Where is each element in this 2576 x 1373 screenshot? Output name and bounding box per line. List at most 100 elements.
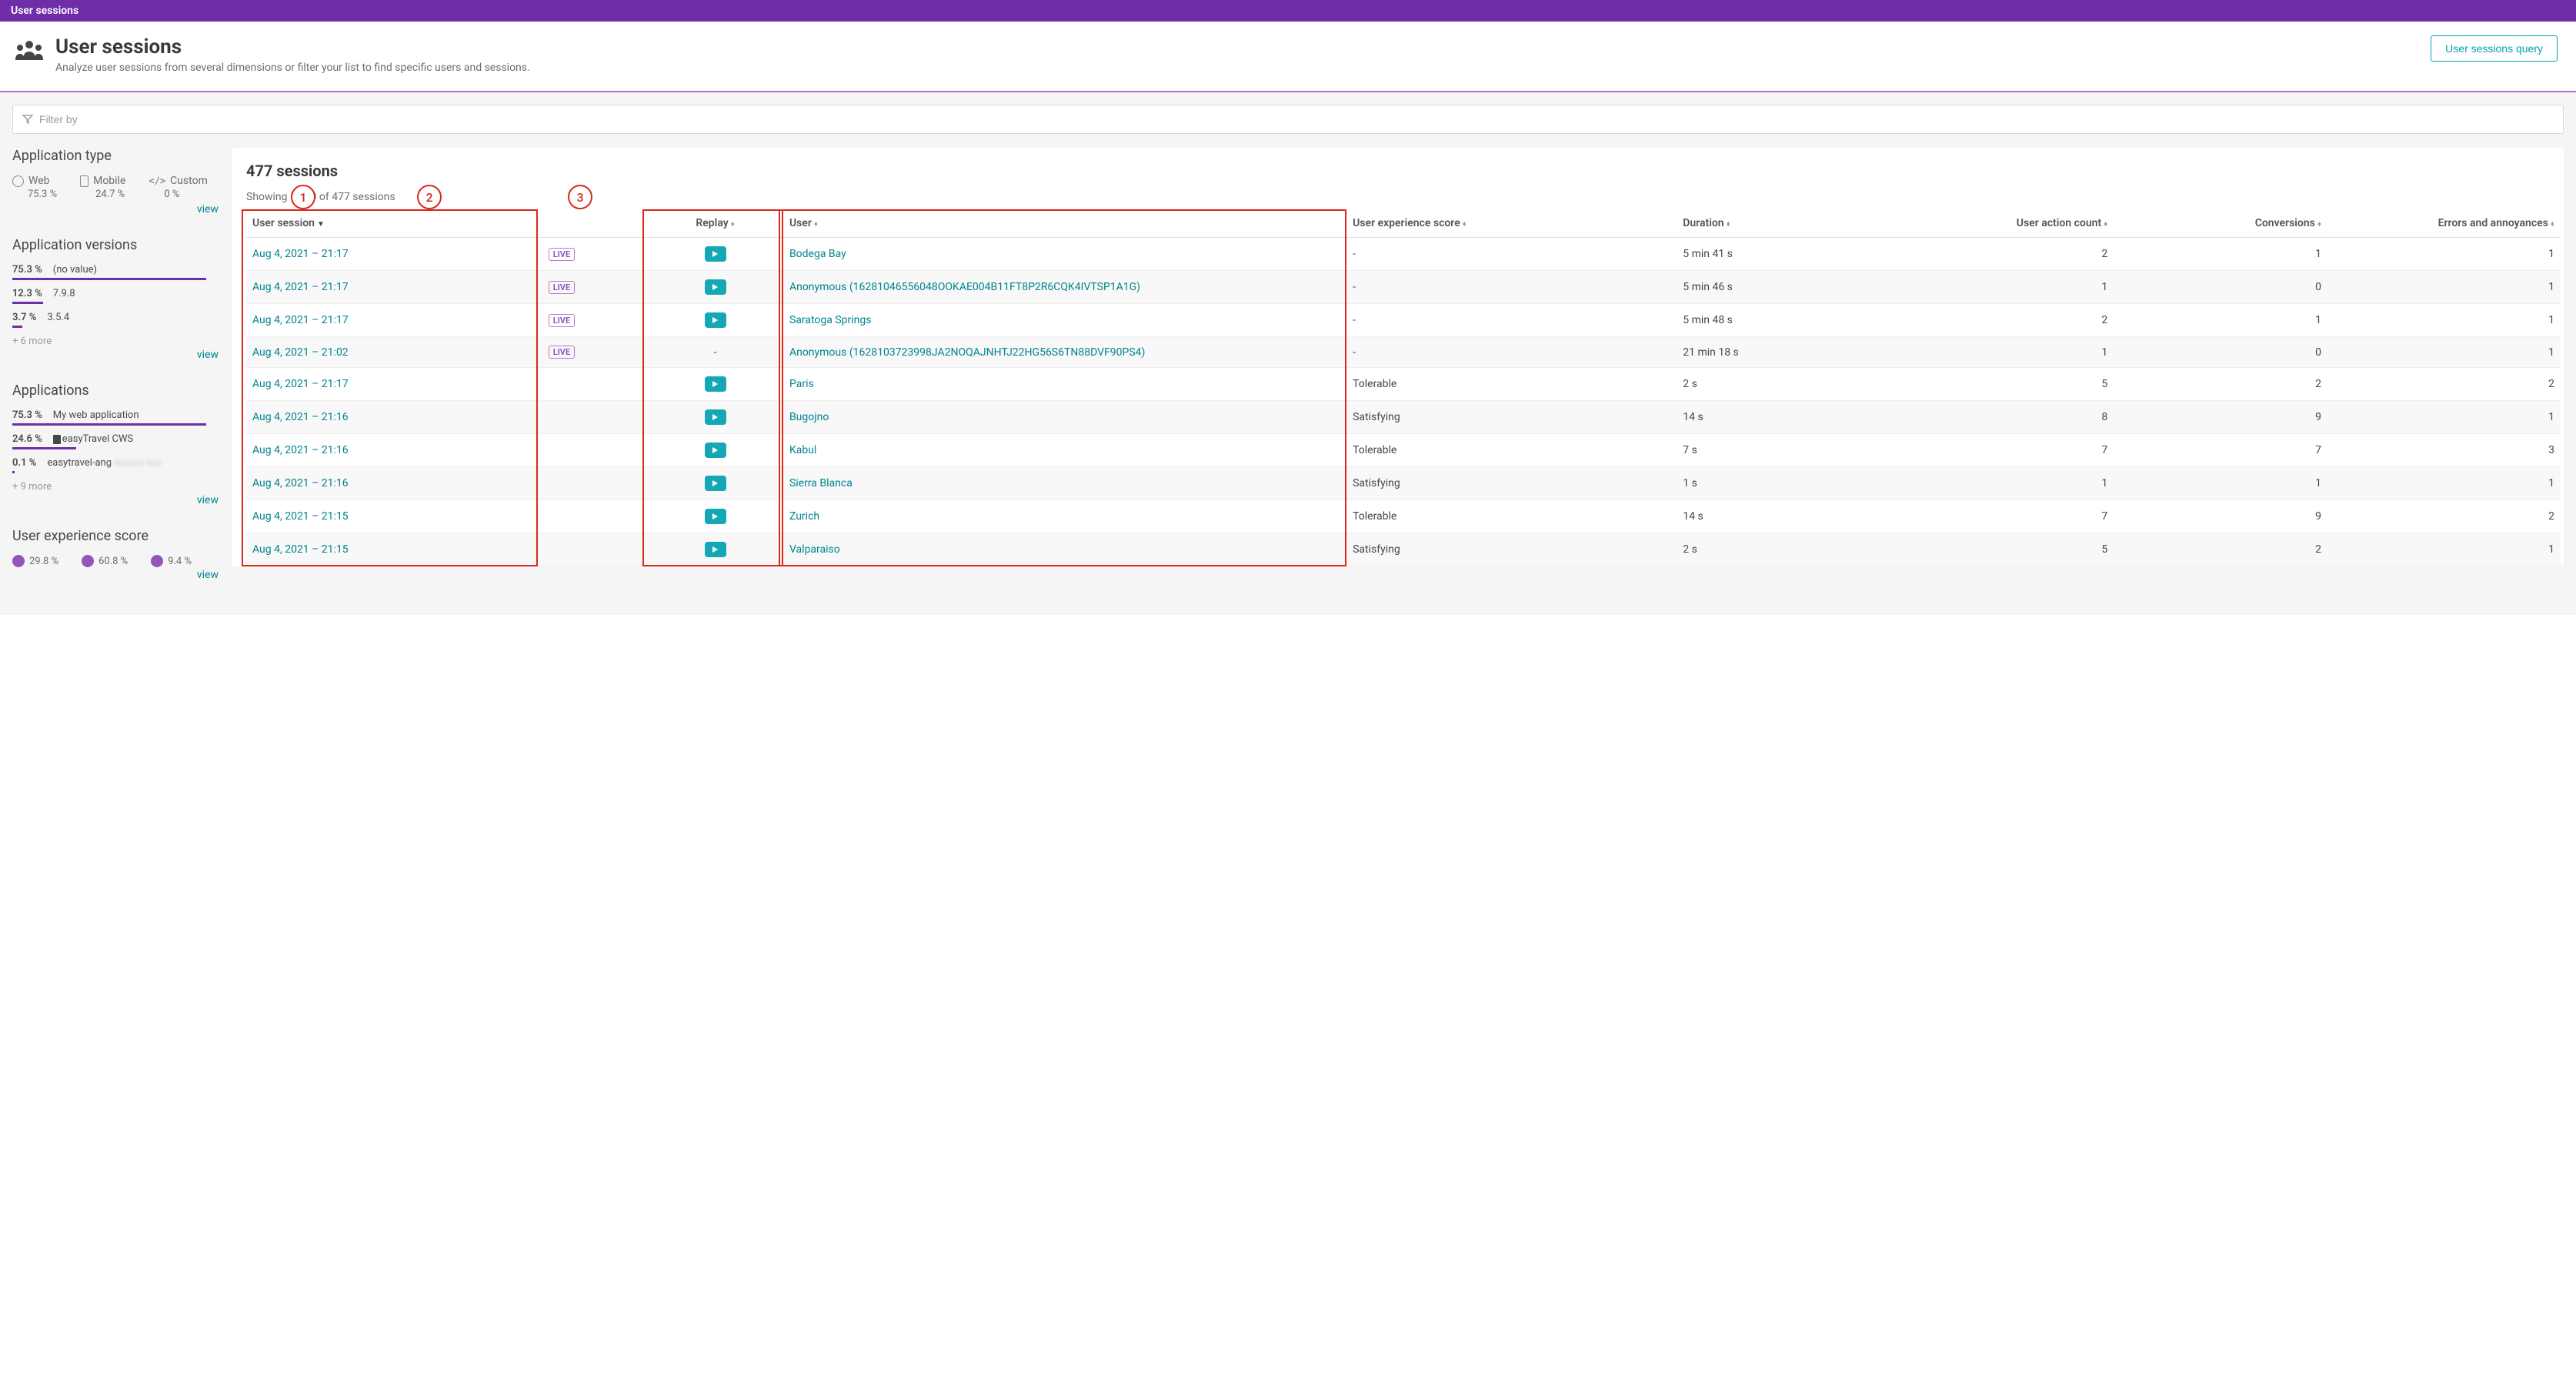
- uac-cell: 1: [1900, 337, 2114, 368]
- col-user-action-count[interactable]: User action count♦: [1900, 209, 2114, 238]
- view-link[interactable]: view: [12, 494, 219, 506]
- facet-title: Applications: [12, 383, 219, 399]
- table-row: Aug 4, 2021 – 21:17LIVEAnonymous (162810…: [246, 271, 2561, 304]
- uac-cell: 1: [1900, 467, 2114, 500]
- no-replay: -: [714, 346, 717, 359]
- col-replay[interactable]: Replay♦: [647, 209, 783, 238]
- session-timestamp-link[interactable]: Aug 4, 2021 – 21:17: [252, 281, 349, 293]
- replay-button[interactable]: [705, 279, 726, 295]
- col-user[interactable]: User♦: [783, 209, 1346, 238]
- user-link[interactable]: Anonymous (16281046556048OOKAE004B11FT8P…: [789, 281, 1140, 293]
- replay-button[interactable]: [705, 376, 726, 392]
- application-item[interactable]: 24.6 %easyTravel CWS: [12, 433, 219, 449]
- session-timestamp-link[interactable]: Aug 4, 2021 – 21:15: [252, 510, 349, 523]
- table-row: Aug 4, 2021 – 21:17LIVEBodega Bay-5 min …: [246, 238, 2561, 271]
- filter-input[interactable]: [39, 113, 2554, 125]
- table-row: Aug 4, 2021 – 21:17LIVESaratoga Springs-…: [246, 304, 2561, 337]
- user-link[interactable]: Saratoga Springs: [789, 314, 872, 326]
- user-link[interactable]: Valparaiso: [789, 543, 840, 556]
- session-timestamp-link[interactable]: Aug 4, 2021 – 21:16: [252, 477, 349, 489]
- col-conversions[interactable]: Conversions♦: [2114, 209, 2327, 238]
- user-link[interactable]: Paris: [789, 378, 814, 390]
- more-applications[interactable]: + 9 more: [12, 481, 219, 493]
- view-link[interactable]: view: [12, 203, 219, 215]
- user-link[interactable]: Bugojno: [789, 411, 829, 423]
- application-item[interactable]: 0.1 %easytravel-ang xxxxxx xxx: [12, 457, 219, 473]
- errors-cell: 1: [2327, 401, 2561, 434]
- version-item[interactable]: 12.3 %7.9.8: [12, 288, 219, 303]
- view-link[interactable]: view: [12, 569, 219, 581]
- col-ux-score[interactable]: User experience score♦: [1346, 209, 1677, 238]
- session-timestamp-link[interactable]: Aug 4, 2021 – 21:17: [252, 378, 349, 390]
- facet-application-type: Application type Web75.3 %Mobile24.7 %</…: [12, 148, 219, 215]
- annotation-3: 3: [568, 185, 592, 209]
- col-errors[interactable]: Errors and annoyances♦: [2327, 209, 2561, 238]
- session-timestamp-link[interactable]: Aug 4, 2021 – 21:16: [252, 444, 349, 456]
- user-link[interactable]: Kabul: [789, 444, 816, 456]
- session-timestamp-link[interactable]: Aug 4, 2021 – 21:16: [252, 411, 349, 423]
- ux-cell: Tolerable: [1346, 434, 1677, 467]
- uac-cell: 2: [1900, 238, 2114, 271]
- version-item[interactable]: 3.7 %3.5.4: [12, 312, 219, 327]
- duration-cell: 5 min 48 s: [1677, 304, 1900, 337]
- uac-cell: 2: [1900, 304, 2114, 337]
- ux-cell: Tolerable: [1346, 500, 1677, 533]
- app-type-item[interactable]: Web75.3 %: [12, 175, 57, 200]
- replay-button[interactable]: [705, 409, 726, 425]
- ux-pct: 60.8 %: [98, 556, 128, 567]
- table-row: Aug 4, 2021 – 21:16 Sierra Blanca Satisfyi…: [246, 467, 2561, 500]
- user-link[interactable]: Anonymous (1628103723998JA2NOQAJNHTJ22HG…: [789, 346, 1145, 359]
- app-icon: [53, 435, 61, 444]
- table-row: Aug 4, 2021 – 21:15ZurichTolerable14 s79…: [246, 500, 2561, 533]
- session-timestamp-link[interactable]: Aug 4, 2021 – 21:17: [252, 248, 349, 260]
- main-panel: 477 sessions Showing 1 - 50 of 477 sessi…: [232, 148, 2564, 566]
- col-duration[interactable]: Duration♦: [1677, 209, 1900, 238]
- app-type-item[interactable]: </>Custom0 %: [148, 175, 207, 200]
- uac-cell: 7: [1900, 434, 2114, 467]
- page-title: User sessions: [55, 35, 530, 58]
- app-type-item[interactable]: Mobile24.7 %: [80, 175, 125, 200]
- replay-button[interactable]: [705, 476, 726, 491]
- replay-button[interactable]: [705, 312, 726, 328]
- table-row: Aug 4, 2021 – 21:17ParisTolerable2 s522: [246, 368, 2561, 401]
- duration-cell: 14 s: [1677, 500, 1900, 533]
- user-link[interactable]: Zurich: [789, 510, 819, 523]
- session-timestamp-link[interactable]: Aug 4, 2021 – 21:02: [252, 346, 349, 359]
- user-sessions-query-button[interactable]: User sessions query: [2431, 35, 2558, 62]
- version-pct: 75.3 %: [12, 264, 42, 276]
- application-label: easytravel-ang xxxxxx xxx: [47, 457, 161, 469]
- version-item[interactable]: 75.3 %(no value): [12, 264, 219, 279]
- user-link[interactable]: Sierra Blanca: [789, 477, 853, 489]
- duration-cell: 1 s: [1677, 467, 1900, 500]
- ux-score-item[interactable]: 60.8 %: [82, 555, 128, 567]
- ux-cell: Satisfying: [1346, 467, 1677, 500]
- facet-ux-score: User experience score 29.8 %60.8 %9.4 % …: [12, 528, 219, 581]
- ux-score-item[interactable]: 9.4 %: [151, 555, 192, 567]
- page-header: User sessions Analyze user sessions from…: [0, 22, 2576, 92]
- application-item[interactable]: 75.3 %My web application: [12, 409, 219, 425]
- replay-button[interactable]: [705, 246, 726, 262]
- user-link[interactable]: Bodega Bay: [789, 248, 846, 260]
- body: Application type Web75.3 %Mobile24.7 %</…: [0, 92, 2576, 615]
- view-link[interactable]: view: [12, 349, 219, 361]
- replay-button[interactable]: [705, 542, 726, 557]
- more-versions[interactable]: + 6 more: [12, 336, 219, 347]
- mobile-icon: [80, 175, 88, 187]
- ux-cell: -: [1346, 337, 1677, 368]
- errors-cell: 3: [2327, 434, 2561, 467]
- ux-cell: -: [1346, 304, 1677, 337]
- replay-button[interactable]: [705, 443, 726, 458]
- session-timestamp-link[interactable]: Aug 4, 2021 – 21:17: [252, 314, 349, 326]
- errors-cell: 1: [2327, 238, 2561, 271]
- col-user-session[interactable]: User session▼: [246, 209, 538, 238]
- session-timestamp-link[interactable]: Aug 4, 2021 – 21:15: [252, 543, 349, 556]
- ux-cell: Satisfying: [1346, 533, 1677, 566]
- ux-score-item[interactable]: 29.8 %: [12, 555, 58, 567]
- top-bar-title: User sessions: [11, 5, 78, 17]
- app-type-label: Web: [28, 175, 50, 187]
- replay-button[interactable]: [705, 509, 726, 524]
- showing-range: Showing 1 - 50 of 477 sessions: [246, 191, 2561, 203]
- filter-bar[interactable]: [12, 105, 2564, 134]
- conversions-cell: 9: [2114, 401, 2327, 434]
- annotation-2: 2: [417, 185, 442, 209]
